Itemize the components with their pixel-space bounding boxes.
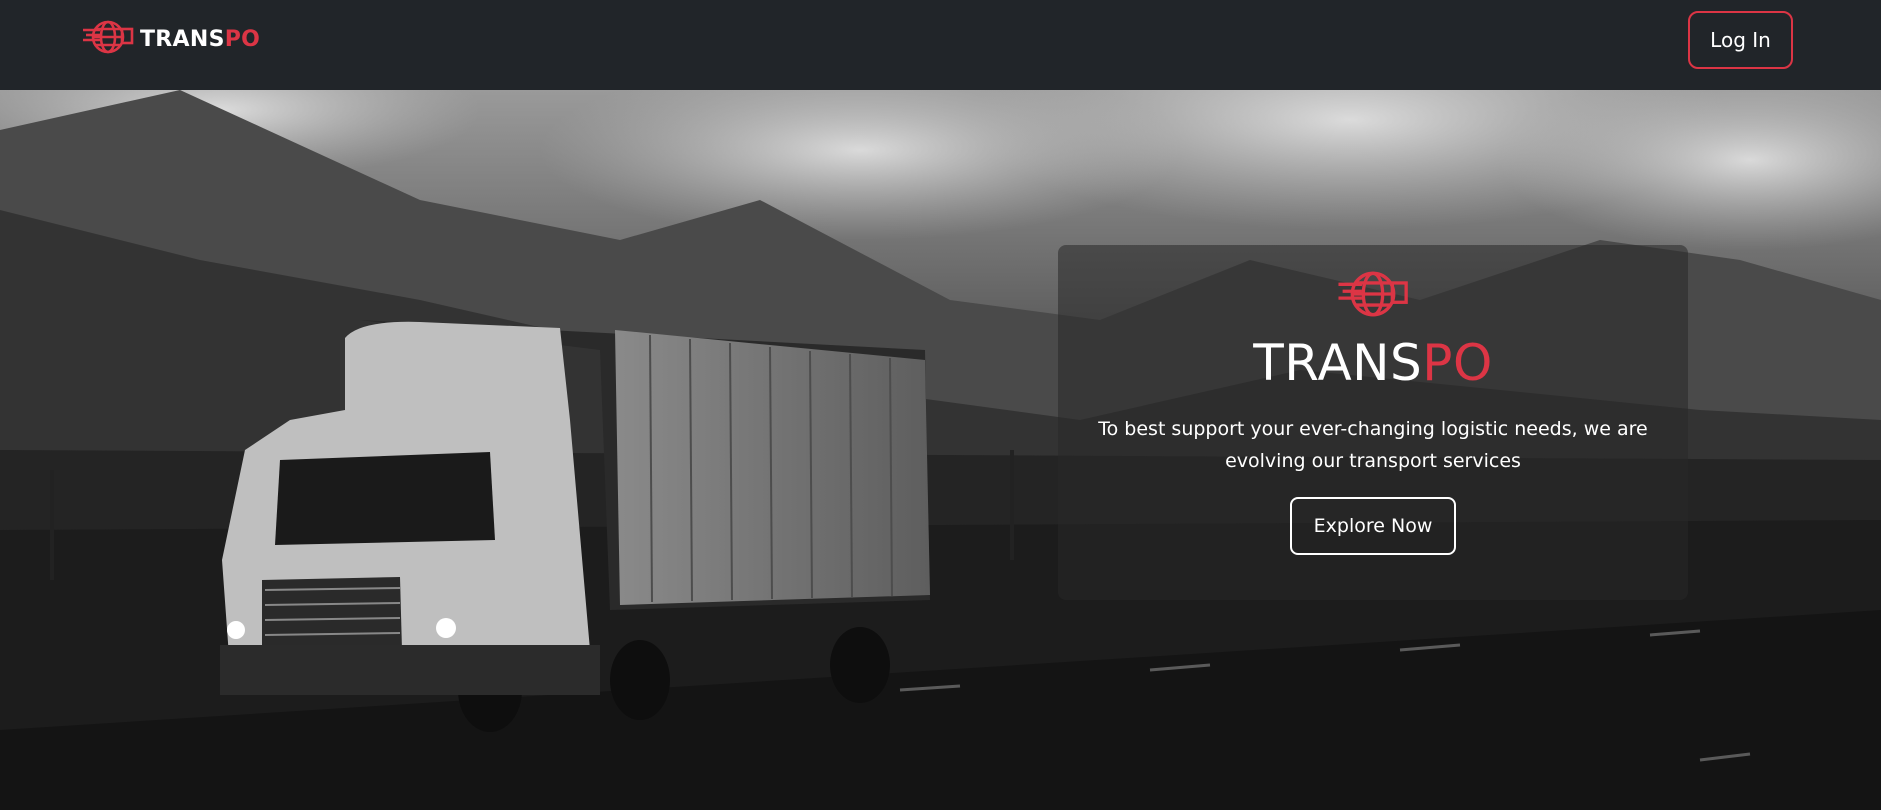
brand-name: TRANSPO xyxy=(140,27,260,52)
hero-section: TRANSPO To best support your ever-changi… xyxy=(0,90,1881,810)
hero-title: TRANSPO xyxy=(1253,335,1493,391)
login-button[interactable]: Log In xyxy=(1688,11,1793,69)
hero-description: To best support your ever-changing logis… xyxy=(1098,418,1648,472)
hero-card: TRANSPO To best support your ever-changi… xyxy=(1058,245,1688,600)
brand-name-part2: PO xyxy=(224,26,261,52)
globe-truck-logo-icon xyxy=(82,16,134,62)
brand-name-part1: TRANS xyxy=(140,26,225,52)
hero-title-part1: TRANS xyxy=(1253,334,1423,392)
hero-title-part2: PO xyxy=(1422,334,1493,392)
explore-now-button[interactable]: Explore Now xyxy=(1290,497,1456,555)
globe-truck-logo-icon xyxy=(1337,265,1409,327)
navbar: TRANSPO Log In xyxy=(0,0,1881,90)
brand-logo[interactable]: TRANSPO xyxy=(82,18,260,60)
